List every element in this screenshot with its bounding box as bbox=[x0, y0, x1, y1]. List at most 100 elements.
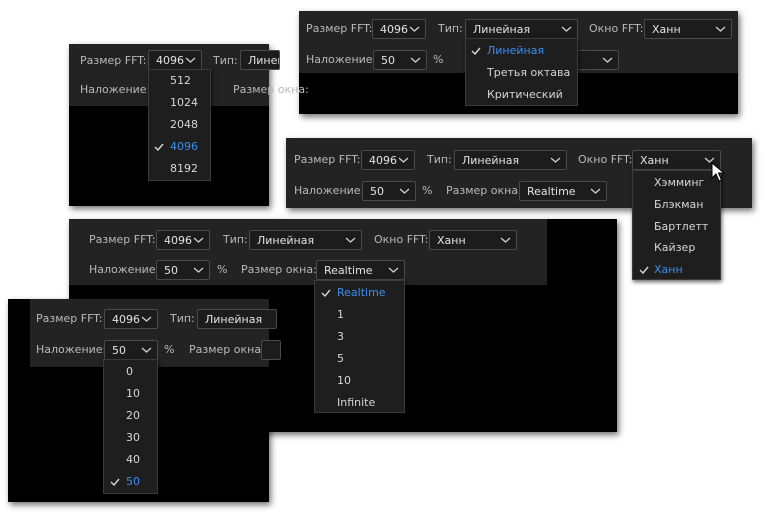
menu-item-realtime[interactable]: Realtime bbox=[315, 283, 404, 303]
panel-type-menu: Размер FFT: 4096 Тип: Линейная Окно FFT:… bbox=[299, 11, 738, 114]
menu-item-label: 50 bbox=[126, 475, 140, 488]
menu-item-infinite[interactable]: Infinite bbox=[315, 393, 404, 413]
type-value: Линейная bbox=[248, 54, 279, 67]
overlap-value: 50 bbox=[112, 344, 126, 357]
chevron-down-icon bbox=[561, 26, 572, 32]
window-fft-value: Ханн bbox=[652, 23, 681, 36]
window-fft-select[interactable]: Ханн bbox=[644, 19, 732, 39]
percent-label: % bbox=[217, 263, 228, 276]
fft-size-label: Размер FFT: bbox=[36, 312, 103, 325]
type-label: Тип: bbox=[170, 312, 195, 325]
menu-item-8192[interactable]: 8192 bbox=[149, 159, 210, 179]
menu-item-label: 10 bbox=[337, 374, 351, 387]
menu-item-30[interactable]: 30 bbox=[104, 428, 157, 448]
window-fft-select[interactable]: Ханн bbox=[632, 150, 721, 170]
type-label: Тип: bbox=[213, 54, 238, 67]
menu-item-2048[interactable]: 2048 bbox=[149, 115, 210, 135]
menu-item-10[interactable]: 10 bbox=[104, 384, 157, 404]
window-fft-value: Ханн bbox=[437, 234, 466, 247]
overlap-value: 50 bbox=[164, 264, 178, 277]
chevron-down-icon bbox=[193, 237, 204, 243]
type-value: Линейная bbox=[257, 234, 315, 247]
window-size-dropdown-menu: Realtime 1 3 5 10 Infinite bbox=[314, 280, 405, 413]
type-select[interactable]: Линейная bbox=[465, 19, 578, 39]
menu-item-label: 10 bbox=[126, 387, 140, 400]
menu-item-kaiser[interactable]: Кайзер bbox=[633, 238, 720, 258]
window-size-value: Realtime bbox=[324, 264, 373, 277]
menu-item-linear[interactable]: Линейная bbox=[466, 41, 577, 61]
fft-size-value: 4096 bbox=[164, 234, 192, 247]
fft-size-label: Размер FFT: bbox=[80, 54, 147, 67]
window-size-value: Realtime bbox=[527, 185, 576, 198]
fft-size-label: Размер FFT: bbox=[294, 153, 361, 166]
menu-item-label: 512 bbox=[170, 74, 191, 87]
panel-fft-size-menu: Размер FFT: 4096 Тип: Линейная Наложение… bbox=[69, 44, 309, 206]
type-label: Тип: bbox=[427, 153, 452, 166]
checkmark-icon bbox=[110, 478, 120, 486]
menu-item-hamming[interactable]: Хэмминг bbox=[633, 173, 720, 193]
chevron-down-icon bbox=[409, 26, 420, 32]
fft-size-select[interactable]: 4096 bbox=[148, 50, 202, 70]
menu-item-third-octave[interactable]: Третья октава bbox=[466, 63, 577, 83]
menu-item-10[interactable]: 10 bbox=[315, 371, 404, 391]
percent-label: % bbox=[422, 184, 433, 197]
menu-item-1[interactable]: 1 bbox=[315, 305, 404, 325]
menu-item-5[interactable]: 5 bbox=[315, 349, 404, 369]
overlap-label: Наложение: bbox=[36, 343, 107, 356]
overlap-select[interactable]: 50 bbox=[373, 50, 427, 70]
menu-item-label: 40 bbox=[126, 453, 140, 466]
fft-size-select[interactable]: 4096 bbox=[104, 309, 158, 329]
overlap-select[interactable]: 50 bbox=[156, 260, 210, 280]
fft-size-select[interactable]: 4096 bbox=[361, 150, 415, 170]
chevron-down-icon bbox=[715, 26, 726, 32]
chevron-down-icon bbox=[141, 347, 152, 353]
menu-item-3[interactable]: 3 bbox=[315, 327, 404, 347]
window-fft-dropdown-menu: Хэмминг Блэкман Бартлетт Кайзер Ханн bbox=[632, 170, 721, 280]
menu-item-label: Критический bbox=[487, 88, 563, 101]
type-select[interactable]: Линейная bbox=[240, 50, 280, 70]
overlap-select[interactable]: 50 bbox=[104, 340, 158, 360]
fft-size-select[interactable]: 4096 bbox=[372, 19, 426, 39]
menu-item-critical[interactable]: Критический bbox=[466, 85, 577, 105]
menu-item-40[interactable]: 40 bbox=[104, 450, 157, 470]
window-size-label: Размер окна: bbox=[446, 184, 522, 197]
overlap-label: Наложение: bbox=[306, 53, 377, 66]
menu-item-1024[interactable]: 1024 bbox=[149, 93, 210, 113]
chevron-down-icon bbox=[141, 316, 152, 322]
menu-item-512[interactable]: 512 bbox=[149, 71, 210, 91]
menu-item-label: 20 bbox=[126, 409, 140, 422]
window-fft-select[interactable]: Ханн bbox=[429, 230, 517, 250]
chevron-down-icon bbox=[345, 237, 356, 243]
percent-label: % bbox=[433, 53, 444, 66]
menu-item-0[interactable]: 0 bbox=[104, 362, 157, 382]
fft-size-dropdown-menu: 512 1024 2048 4096 8192 bbox=[148, 69, 211, 181]
type-select[interactable]: Линейная bbox=[454, 150, 567, 170]
menu-item-label: Хэмминг bbox=[654, 176, 705, 189]
menu-item-blackman[interactable]: Блэкман bbox=[633, 195, 720, 215]
menu-item-50[interactable]: 50 bbox=[104, 472, 157, 492]
chevron-down-icon bbox=[185, 57, 196, 63]
fft-size-label: Размер FFT: bbox=[306, 22, 373, 35]
menu-item-20[interactable]: 20 bbox=[104, 406, 157, 426]
window-size-select-partial[interactable] bbox=[261, 340, 281, 360]
type-label: Тип: bbox=[223, 233, 248, 246]
menu-item-label: Кайзер bbox=[654, 241, 696, 254]
mouse-pointer-icon bbox=[711, 162, 725, 182]
chevron-down-icon bbox=[193, 267, 204, 273]
type-select[interactable]: Линейная bbox=[249, 230, 362, 250]
menu-item-hann[interactable]: Ханн bbox=[633, 260, 720, 280]
menu-item-4096[interactable]: 4096 bbox=[149, 137, 210, 157]
type-label: Тип: bbox=[438, 22, 463, 35]
menu-item-label: Ханн bbox=[654, 263, 683, 276]
menu-item-label: 0 bbox=[126, 365, 133, 378]
menu-item-label: Блэкман bbox=[654, 198, 704, 211]
overlap-select[interactable]: 50 bbox=[362, 181, 416, 201]
fft-size-select[interactable]: 4096 bbox=[156, 230, 210, 250]
menu-item-label: Бартлетт bbox=[654, 220, 709, 233]
menu-item-bartlett[interactable]: Бартлетт bbox=[633, 217, 720, 237]
window-size-select[interactable]: Realtime bbox=[316, 260, 405, 280]
window-size-select[interactable]: Realtime bbox=[519, 181, 607, 201]
fft-size-value: 4096 bbox=[380, 23, 408, 36]
type-select[interactable]: Линейная bbox=[197, 309, 277, 329]
menu-item-label: 1024 bbox=[170, 96, 198, 109]
